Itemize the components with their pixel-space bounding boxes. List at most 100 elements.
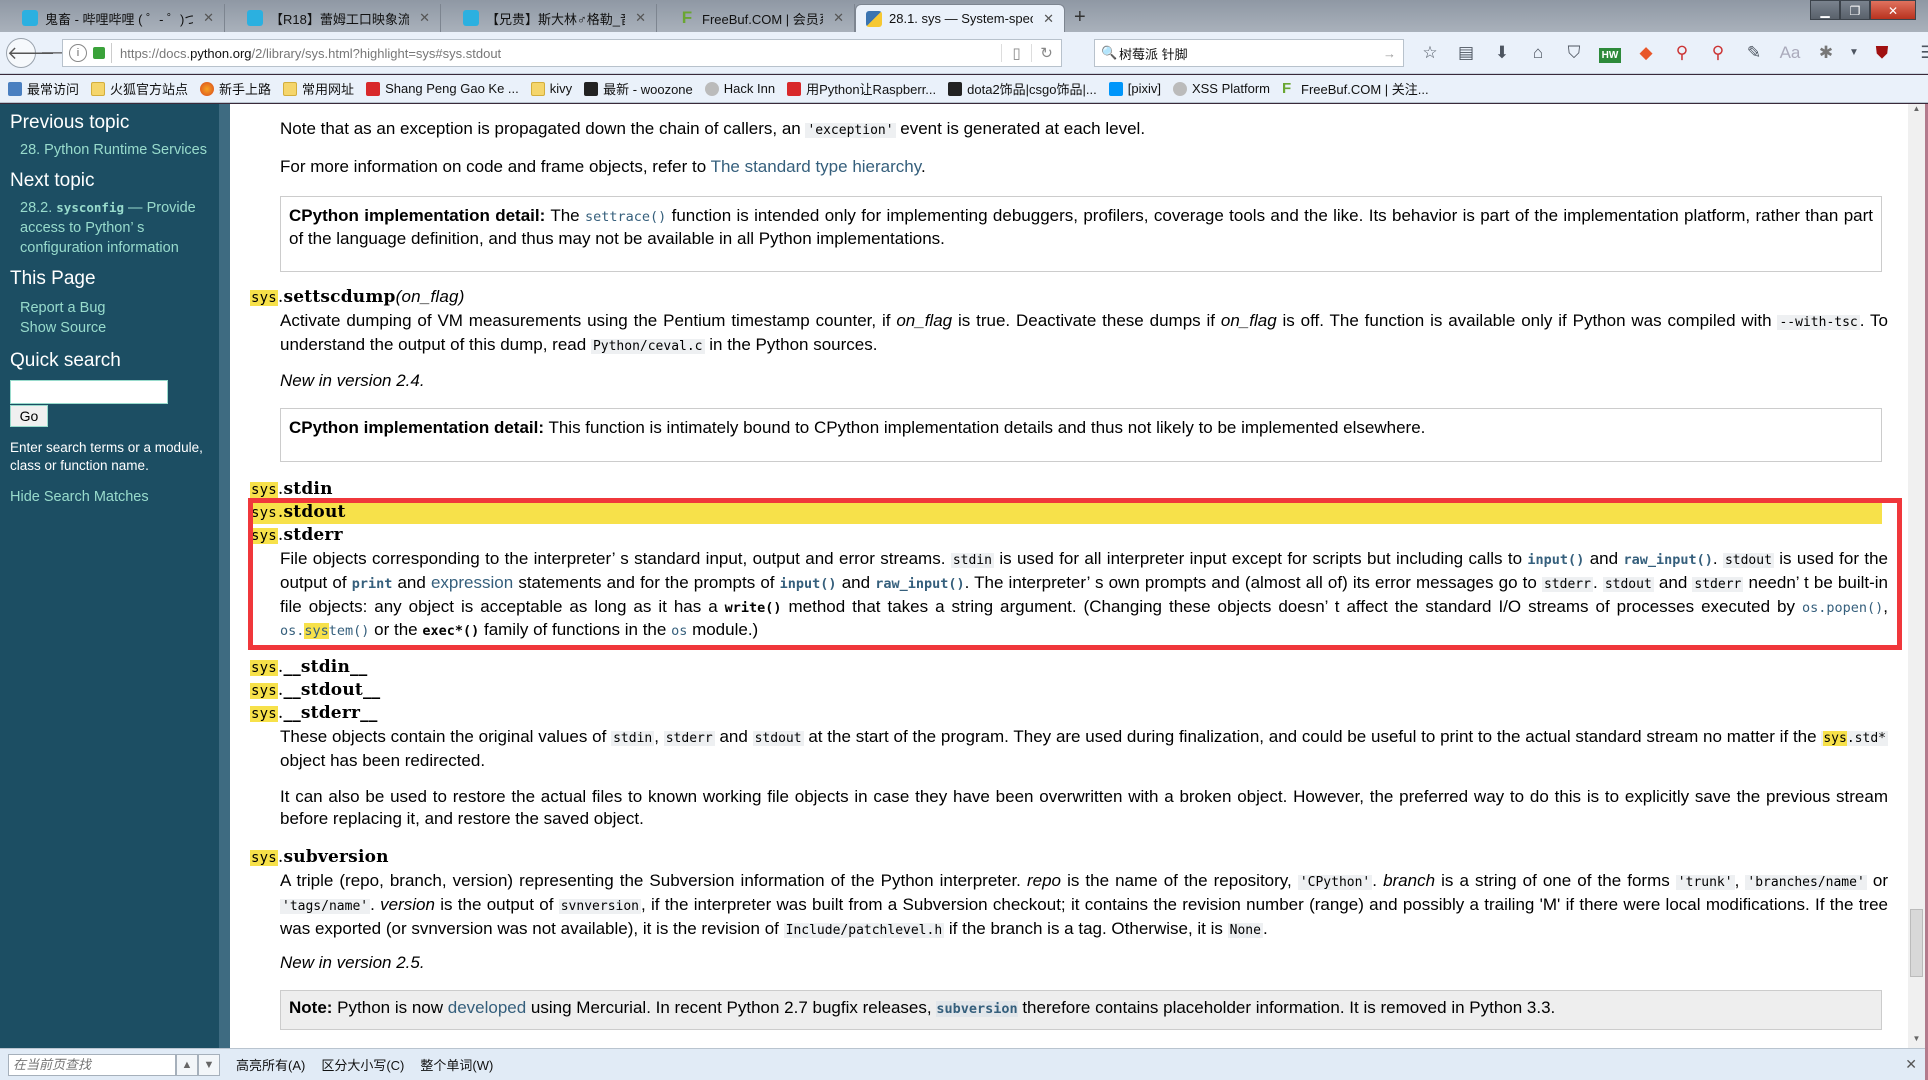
bookmark-item[interactable]: Hack Inn [704,81,775,96]
whole-words-toggle[interactable]: 整个单词(W) [420,1055,493,1074]
find-next-button[interactable]: ▼ [198,1053,220,1076]
stderr-signature: sys.stderr [250,525,343,545]
bookmarks-toolbar: 最常访问 火狐官方站点 新手上路 常用网址 Shang Peng Gao Ke … [0,75,1928,103]
dropper-extension-icon[interactable]: ✎ [1736,40,1772,66]
report-bug-link[interactable]: Report a Bug [10,298,209,318]
scrollbar-thumb[interactable] [1910,909,1923,977]
find-previous-button[interactable]: ▲ [176,1053,198,1076]
paragraph: For more information on code and frame o… [280,157,926,176]
close-window-button[interactable]: ✕ [1870,0,1916,20]
bookmark-item[interactable]: kivy [530,81,572,96]
python-icon [866,10,882,27]
bookmark-item[interactable]: dota2饰品|csgo饰品|... [948,79,1097,98]
match-case-toggle[interactable]: 区分大小写(C) [321,1055,404,1074]
minimize-button[interactable]: ▁ [1810,0,1840,20]
previous-topic-link[interactable]: 28. Python Runtime Services [10,140,209,160]
scroll-down-arrow[interactable]: ▼ [1908,1034,1925,1048]
tab-bar: 鬼畜 - 哔哩哔哩 ( ゜- ゜)つ... ✕ 【R18】蕾姆工口映象流出...… [0,0,1928,32]
fox-extension-icon[interactable]: ◆ [1628,40,1664,66]
close-icon[interactable]: ✕ [833,10,844,26]
settscdump-signature: sys.settscdump(on_flag) [250,287,465,307]
vertical-scrollbar[interactable]: ▲ ▼ [1908,104,1925,1048]
os-system-link[interactable]: os.system() [280,623,369,639]
settrace-link[interactable]: settrace() [585,209,666,225]
close-find-bar-icon[interactable]: ✕ [1905,1056,1917,1073]
standard-type-hierarchy-link[interactable]: The standard type hierarchy [711,157,921,176]
find-input[interactable] [8,1053,176,1076]
zoom-in-extension-icon[interactable]: ⚲ [1664,40,1700,66]
previous-topic-heading: Previous topic [10,112,130,133]
bookmark-item[interactable]: 最常访问 [8,79,79,98]
print-link[interactable]: print [352,576,393,592]
sidebar-collapse-bar[interactable] [219,104,230,1048]
expression-link[interactable]: expression [431,573,513,592]
next-topic-link[interactable]: 28.2. sysconfig — Provide access to Pyth… [10,198,209,258]
bookmarks-list-icon[interactable]: ▤ [1448,40,1484,66]
paragraph: Note that as an exception is propagated … [280,119,1146,138]
highlight-all-toggle[interactable]: 高亮所有(A) [236,1055,305,1074]
show-source-link[interactable]: Show Source [10,318,209,338]
close-icon[interactable]: ✕ [203,10,214,26]
hide-search-matches-link[interactable]: Hide Search Matches [10,489,209,505]
bookmark-item[interactable]: XSS Platform [1172,81,1270,96]
raw-input-link[interactable]: raw_input() [875,576,964,592]
dropdown-icon[interactable]: ▼ [1844,40,1864,66]
globe-icon [1172,81,1187,96]
reader-view-icon[interactable]: ▯ [1001,44,1031,62]
subversion-link[interactable]: subversion [936,1001,1018,1017]
info-icon[interactable]: i [69,44,87,62]
menu-icon[interactable]: ☰ [1910,40,1928,66]
hw-extension-icon[interactable]: HW [1592,40,1628,66]
reload-icon[interactable]: ↻ [1031,44,1061,62]
bilibili-icon [247,10,263,26]
scroll-up-arrow[interactable]: ▲ [1908,104,1925,118]
quick-search-input[interactable] [10,380,168,404]
tab-bilibili-3[interactable]: 【兄贵】斯大林♂格勒_音... ✕ [441,4,657,32]
close-icon[interactable]: ✕ [419,10,430,26]
bilibili-icon [463,10,479,26]
maximize-button[interactable]: ❐ [1840,0,1870,20]
back-button[interactable]: 🡐 [6,38,55,68]
input-link[interactable]: input() [1527,552,1584,568]
bookmark-item[interactable]: [pixiv] [1108,81,1161,96]
pocket-icon[interactable]: ⛉ [1556,40,1592,66]
zoom-out-extension-icon[interactable]: ⚲ [1700,40,1736,66]
url-bar[interactable]: i https://docs.python.org/2/library/sys.… [62,39,1062,67]
dunder-stdin-signature: sys.__stdin__ [250,657,368,677]
home-icon[interactable]: ⌂ [1520,40,1556,66]
close-icon[interactable]: ✕ [1043,11,1054,27]
lock-icon [93,47,105,59]
tab-python-docs[interactable]: 28.1. sys — System-spec... ✕ [855,4,1065,32]
raw-input-link[interactable]: raw_input() [1623,552,1712,568]
search-bar[interactable]: 🔍 树莓派 针脚 → [1094,39,1404,67]
main-content: Note that as an exception is propagated … [230,104,1908,1048]
tab-bilibili-1[interactable]: 鬼畜 - 哔哩哔哩 ( ゜- ゜)つ... ✕ [0,4,225,32]
bookmark-item[interactable]: 新手上路 [200,79,271,98]
dunder-paragraph-2: It can also be used to restore the actua… [280,787,1888,828]
new-tab-button[interactable]: + [1074,6,1086,29]
download-icon[interactable]: ⬇ [1484,40,1520,66]
bookmark-item[interactable]: Shang Peng Gao Ke ... [366,81,519,96]
search-query[interactable]: 树莓派 针脚 [1119,44,1383,63]
bookmark-item[interactable]: F FreeBuf.COM | 关注... [1282,79,1429,98]
go-button[interactable]: Go [10,405,48,427]
bug-extension-icon[interactable]: ✱ [1808,40,1844,66]
tab-bilibili-2[interactable]: 【R18】蕾姆工口映象流出... ✕ [225,4,441,32]
bookmark-item[interactable]: 火狐官方站点 [91,79,188,98]
font-extension-icon[interactable]: Aa [1772,40,1808,66]
input-link[interactable]: input() [780,576,837,592]
developed-link[interactable]: developed [448,998,526,1017]
ublock-icon[interactable]: ⛊ [1864,40,1900,66]
bookmark-star-icon[interactable]: ☆ [1412,40,1448,66]
bookmark-item[interactable]: 最新 - woozone [584,79,693,98]
quick-search-heading: Quick search [10,350,121,371]
bookmark-item[interactable]: 常用网址 [283,79,354,98]
tab-freebuf[interactable]: F FreeBuf.COM | 会员系统 ✕ [657,4,855,32]
search-go-icon[interactable]: → [1383,46,1403,61]
os-module-link[interactable]: os [671,623,687,639]
dunder-stderr-signature: sys.__stderr__ [250,703,378,723]
close-icon[interactable]: ✕ [635,10,646,26]
url-text[interactable]: https://docs.python.org/2/library/sys.ht… [120,46,1001,61]
os-popen-link[interactable]: os.popen() [1802,600,1883,616]
bookmark-item[interactable]: 用Python让Raspberr... [787,79,936,98]
